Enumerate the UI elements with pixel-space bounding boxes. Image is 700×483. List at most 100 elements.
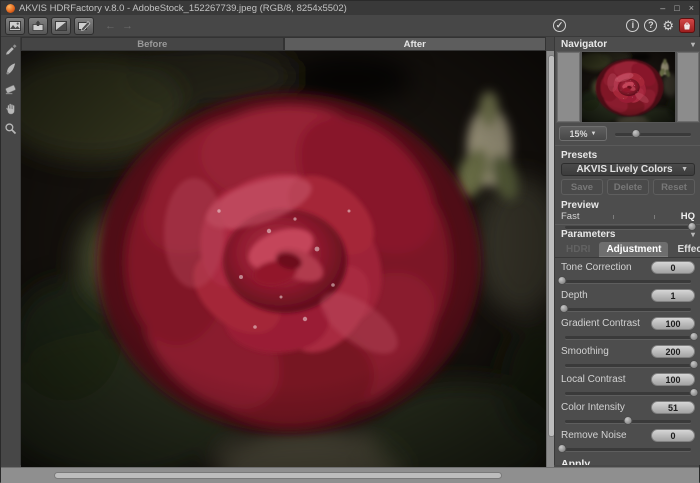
navigator-preview[interactable] bbox=[556, 51, 700, 123]
parameters-title: Parameters bbox=[561, 229, 615, 240]
preset-dropdown-arrow-icon: ▼ bbox=[681, 166, 688, 173]
slider-label: Gradient Contrast bbox=[561, 318, 640, 329]
preview-slider-handle[interactable] bbox=[688, 222, 697, 231]
local-contrast-slider[interactable] bbox=[561, 388, 695, 398]
slider-handle[interactable] bbox=[689, 332, 698, 341]
bag-icon bbox=[683, 22, 691, 30]
zoom-slider-handle[interactable] bbox=[632, 129, 641, 138]
slider-handle[interactable] bbox=[558, 444, 567, 453]
slider-handle[interactable] bbox=[558, 276, 567, 285]
undo-icon[interactable]: ← bbox=[105, 20, 116, 32]
preview-quality-labels: Fast HQ bbox=[555, 211, 700, 222]
slider-handle[interactable] bbox=[689, 360, 698, 369]
canvas-image bbox=[21, 51, 546, 467]
parameters-collapse-icon[interactable]: ▾ bbox=[691, 230, 695, 239]
tone-correction-slider[interactable] bbox=[561, 276, 695, 286]
close-button[interactable]: × bbox=[689, 1, 694, 15]
apply-title: Apply bbox=[561, 458, 695, 465]
zoom-tool-button[interactable] bbox=[3, 120, 19, 136]
smoothing-slider[interactable] bbox=[561, 360, 695, 370]
photo-icon bbox=[9, 21, 21, 31]
navigator-collapse-icon[interactable]: ▾ bbox=[691, 40, 695, 49]
help-button[interactable]: ? bbox=[644, 19, 657, 32]
tools-sidebar bbox=[1, 37, 21, 465]
hand-tool-button[interactable] bbox=[3, 100, 19, 116]
parameters-header: Parameters ▾ bbox=[555, 227, 700, 241]
slider-row-depth: Depth 1 bbox=[555, 288, 700, 314]
depth-slider[interactable] bbox=[561, 304, 695, 314]
maximize-button[interactable]: □ bbox=[674, 1, 679, 15]
zoom-slider-rail bbox=[615, 133, 691, 136]
navigator-thumbnail[interactable] bbox=[582, 52, 675, 122]
image-canvas[interactable] bbox=[21, 51, 546, 467]
slider-handle[interactable] bbox=[624, 416, 633, 425]
marker-tool-button[interactable] bbox=[3, 40, 19, 56]
slider-value-field[interactable]: 100 bbox=[651, 317, 695, 330]
slider-value-field[interactable]: 200 bbox=[651, 345, 695, 358]
tab-before[interactable]: Before bbox=[21, 37, 284, 51]
navigator-margin-right bbox=[677, 52, 700, 122]
preview-header: Preview bbox=[555, 198, 700, 211]
redo-icon[interactable]: → bbox=[122, 20, 133, 32]
color-intensity-slider[interactable] bbox=[561, 416, 695, 426]
reset-preset-button[interactable]: Reset bbox=[653, 179, 695, 195]
preview-tick bbox=[613, 215, 614, 219]
info-button[interactable]: i bbox=[626, 19, 639, 32]
slider-row-smoothing: Smoothing 200 bbox=[555, 344, 700, 370]
minimize-button[interactable]: – bbox=[660, 1, 665, 15]
smudge-icon bbox=[4, 62, 17, 75]
tab-adjustment[interactable]: Adjustment bbox=[599, 242, 668, 257]
slider-handle[interactable] bbox=[689, 388, 698, 397]
window-title: AKVIS HDRFactory v.8.0 - AdobeStock_1522… bbox=[19, 3, 347, 14]
app-logo-icon bbox=[6, 4, 15, 13]
save-icon bbox=[32, 20, 44, 31]
zoom-dropdown-arrow-icon: ▼ bbox=[591, 131, 597, 137]
zoom-level-dropdown[interactable]: 15% ▼ bbox=[559, 126, 607, 141]
slider-value-field[interactable]: 100 bbox=[651, 373, 695, 386]
main-toolbar: ← → ✓ i ? ⚙ bbox=[1, 15, 699, 37]
share-image-button[interactable] bbox=[74, 17, 94, 35]
open-image-button[interactable] bbox=[5, 17, 25, 35]
slider-value-field[interactable]: 1 bbox=[651, 289, 695, 302]
presets-dropdown[interactable]: AKVIS Lively Colors ▼ bbox=[561, 163, 695, 176]
zoom-slider[interactable] bbox=[611, 129, 695, 139]
view-tabs: Before After bbox=[21, 37, 546, 51]
navigator-header: Navigator ▾ bbox=[555, 37, 700, 51]
slider-label: Tone Correction bbox=[561, 262, 632, 273]
tab-effects[interactable]: Effects bbox=[670, 242, 700, 257]
compare-view-button[interactable] bbox=[51, 17, 71, 35]
save-image-button[interactable] bbox=[28, 17, 48, 35]
slider-row-local-contrast: Local Contrast 100 bbox=[555, 372, 700, 398]
preview-tick bbox=[654, 215, 655, 219]
titlebar: AKVIS HDRFactory v.8.0 - AdobeStock_1522… bbox=[1, 1, 699, 15]
gradient-contrast-slider[interactable] bbox=[561, 332, 695, 342]
save-preset-button[interactable]: Save bbox=[561, 179, 603, 195]
hand-icon bbox=[4, 102, 17, 115]
tab-after[interactable]: After bbox=[284, 37, 547, 51]
info-icon: i bbox=[632, 21, 635, 30]
smudge-tool-button[interactable] bbox=[3, 60, 19, 76]
slider-handle[interactable] bbox=[559, 304, 568, 313]
delete-preset-button[interactable]: Delete bbox=[607, 179, 649, 195]
horizontal-scrollbar-thumb[interactable] bbox=[54, 472, 502, 479]
vertical-scrollbar[interactable] bbox=[546, 51, 554, 467]
slider-label: Color Intensity bbox=[561, 402, 625, 413]
slider-value-field[interactable]: 0 bbox=[651, 261, 695, 274]
marker-icon bbox=[4, 42, 17, 55]
slider-label: Depth bbox=[561, 290, 588, 301]
preset-selected-value: AKVIS Lively Colors bbox=[568, 164, 681, 175]
slider-row-tone-correction: Tone Correction 0 bbox=[555, 260, 700, 286]
remove-noise-slider[interactable] bbox=[561, 444, 695, 454]
split-view-icon bbox=[55, 21, 67, 31]
eraser-icon bbox=[4, 82, 17, 95]
buy-akvis-button[interactable] bbox=[679, 18, 695, 33]
slider-row-color-intensity: Color Intensity 51 bbox=[555, 400, 700, 426]
slider-value-field[interactable]: 51 bbox=[651, 401, 695, 414]
settings-button[interactable]: ⚙ bbox=[662, 19, 674, 32]
slider-value-field[interactable]: 0 bbox=[651, 429, 695, 442]
pencil-share-icon bbox=[78, 20, 91, 31]
tab-hdri[interactable]: HDRI bbox=[559, 242, 597, 257]
process-check-button[interactable]: ✓ bbox=[553, 19, 566, 32]
eraser-tool-button[interactable] bbox=[3, 80, 19, 96]
magnifier-icon bbox=[4, 122, 17, 135]
